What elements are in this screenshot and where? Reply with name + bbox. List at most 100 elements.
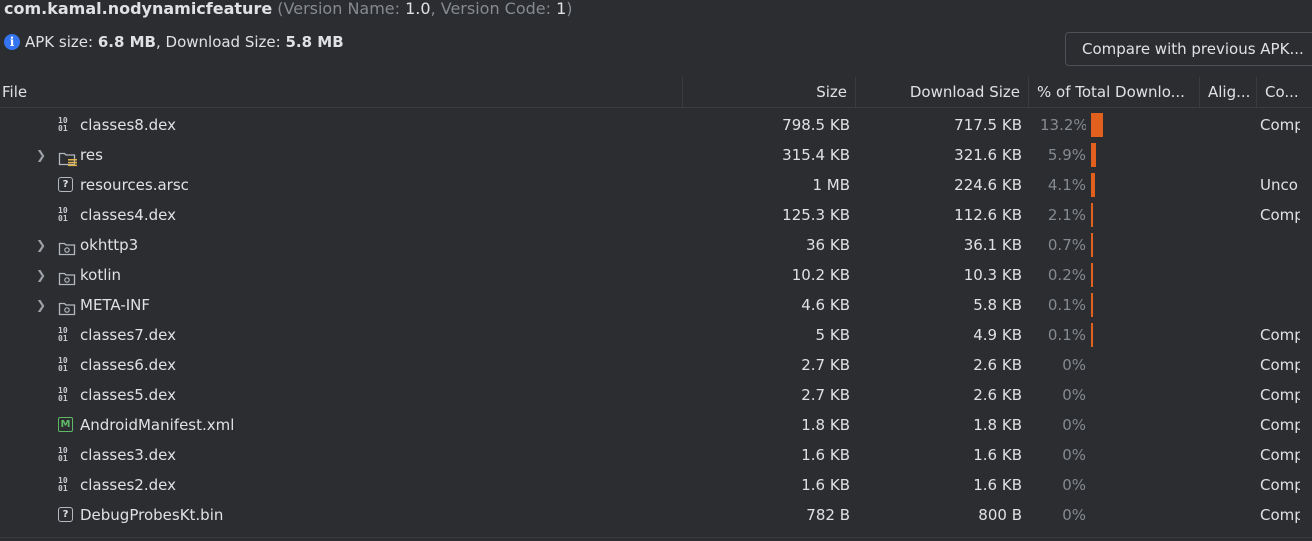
table-row[interactable]: ❯ res 315.4 KB 321.6 KB 5.9% bbox=[0, 140, 1312, 170]
file-size: 4.6 KB bbox=[801, 296, 850, 314]
expand-chevron-icon[interactable]: ❯ bbox=[35, 290, 47, 320]
percent-bar bbox=[1091, 263, 1093, 287]
file-name: okhttp3 bbox=[80, 236, 139, 254]
apk-size-value: 6.8 MB bbox=[97, 33, 156, 51]
table-row[interactable]: ? resources.arsc 1 MB 224.6 KB 4.1% Unco bbox=[0, 170, 1312, 200]
compression-status: Comp bbox=[1260, 116, 1300, 134]
table-row[interactable]: 10 01 classes5.dex 2.7 KB 2.6 KB 0% Comp bbox=[0, 380, 1312, 410]
compression-status: Comp bbox=[1260, 356, 1300, 374]
compression-status: Comp bbox=[1260, 446, 1300, 464]
percent-of-total: 0% bbox=[1062, 386, 1086, 404]
file-name: classes8.dex bbox=[80, 116, 176, 134]
percent-of-total: 2.1% bbox=[1047, 206, 1086, 224]
package-folder-icon bbox=[58, 237, 76, 256]
percent-of-total: 0% bbox=[1062, 356, 1086, 374]
file-name: classes4.dex bbox=[80, 206, 176, 224]
size-summary: i APK size: 6.8 MB, Download Size: 5.8 M… bbox=[4, 30, 344, 54]
file-size: 1.8 KB bbox=[801, 416, 850, 434]
percent-of-total: 0% bbox=[1062, 506, 1086, 524]
download-size: 112.6 KB bbox=[954, 206, 1022, 224]
file-name: kotlin bbox=[80, 266, 122, 284]
dex-file-icon: 10 01 bbox=[58, 386, 68, 403]
download-size: 1.6 KB bbox=[973, 446, 1022, 464]
download-size: 717.5 KB bbox=[954, 116, 1022, 134]
download-size: 2.6 KB bbox=[973, 356, 1022, 374]
dex-file-icon: 10 01 bbox=[58, 326, 68, 343]
file-size: 2.7 KB bbox=[801, 356, 850, 374]
file-size: 5 KB bbox=[815, 326, 850, 344]
download-size: 10.3 KB bbox=[963, 266, 1022, 284]
expand-chevron-icon[interactable]: ❯ bbox=[35, 140, 47, 170]
file-size: 36 KB bbox=[806, 236, 850, 254]
table-row[interactable]: 10 01 classes6.dex 2.7 KB 2.6 KB 0% Comp bbox=[0, 350, 1312, 380]
file-size: 1 MB bbox=[812, 176, 850, 194]
column-header-alignment[interactable]: Alig... bbox=[1200, 77, 1257, 107]
download-size: 5.8 KB bbox=[973, 296, 1022, 314]
expand-chevron-icon[interactable]: ❯ bbox=[35, 230, 47, 260]
column-header-download-size[interactable]: Download Size bbox=[856, 77, 1029, 107]
column-header-file[interactable]: File bbox=[0, 77, 683, 107]
dex-file-icon: 10 01 bbox=[58, 206, 68, 223]
file-name: classes7.dex bbox=[80, 326, 176, 344]
file-size: 10.2 KB bbox=[791, 266, 850, 284]
compression-status bbox=[1260, 230, 1300, 260]
percent-of-total: 0% bbox=[1062, 416, 1086, 434]
download-size: 1.6 KB bbox=[973, 476, 1022, 494]
table-row[interactable]: ❯ META-INF 4.6 KB 5.8 KB 0.1% bbox=[0, 290, 1312, 320]
file-size: 315.4 KB bbox=[782, 146, 850, 164]
file-size: 782 B bbox=[806, 506, 850, 524]
size-summary-text: APK size: 6.8 MB, Download Size: 5.8 MB bbox=[25, 33, 344, 51]
download-size: 1.8 KB bbox=[973, 416, 1022, 434]
table-row[interactable]: 10 01 classes2.dex 1.6 KB 1.6 KB 0% Comp bbox=[0, 470, 1312, 500]
compression-status: Comp bbox=[1260, 326, 1300, 344]
percent-of-total: 13.2% bbox=[1040, 116, 1086, 134]
unknown-file-icon: ? bbox=[58, 177, 74, 193]
percent-bar bbox=[1091, 143, 1097, 167]
compression-status: Comp bbox=[1260, 206, 1300, 224]
column-header-compression[interactable]: Co... bbox=[1257, 77, 1312, 107]
dex-file-icon: 10 01 bbox=[58, 116, 68, 133]
percent-bar bbox=[1091, 323, 1093, 347]
percent-bar bbox=[1091, 203, 1093, 227]
table-row[interactable]: ? DebugProbesKt.bin 782 B 800 B 0% Comp bbox=[0, 500, 1312, 530]
package-folder-icon bbox=[58, 297, 76, 316]
table-row[interactable]: 10 01 classes4.dex 125.3 KB 112.6 KB 2.1% Comp bbox=[0, 200, 1312, 230]
download-size: 800 B bbox=[978, 506, 1022, 524]
compression-status: Unco bbox=[1260, 176, 1298, 194]
expand-chevron-icon[interactable]: ❯ bbox=[35, 260, 47, 290]
dex-file-icon: 10 01 bbox=[58, 446, 68, 463]
table-row[interactable]: ❯ okhttp3 36 KB 36.1 KB 0.7% bbox=[0, 230, 1312, 260]
table-row[interactable]: 10 01 classes3.dex 1.6 KB 1.6 KB 0% Comp bbox=[0, 440, 1312, 470]
download-size: 2.6 KB bbox=[973, 386, 1022, 404]
dex-file-icon: 10 01 bbox=[58, 356, 68, 373]
file-name: res bbox=[80, 146, 103, 164]
file-name: META-INF bbox=[80, 296, 151, 314]
file-name: resources.arsc bbox=[80, 176, 189, 194]
manifest-file-icon: M bbox=[58, 417, 74, 433]
table-row[interactable]: 10 01 classes8.dex 798.5 KB 717.5 KB 13.2% Com… bbox=[0, 110, 1312, 140]
unknown-file-icon: ? bbox=[58, 507, 74, 523]
download-size: 321.6 KB bbox=[954, 146, 1022, 164]
version-code: 1 bbox=[556, 0, 567, 18]
info-icon: i bbox=[4, 34, 20, 50]
percent-of-total: 5.9% bbox=[1047, 146, 1086, 164]
file-name: AndroidManifest.xml bbox=[80, 416, 235, 434]
percent-of-total: 0.7% bbox=[1047, 236, 1086, 254]
compression-status: Comp bbox=[1260, 476, 1300, 494]
compression-status bbox=[1260, 290, 1300, 320]
package-folder-icon bbox=[58, 267, 76, 286]
file-size: 2.7 KB bbox=[801, 386, 850, 404]
column-header-percent-of-total-download[interactable]: % of Total Downlo... bbox=[1029, 77, 1200, 107]
table-row[interactable]: 10 01 classes7.dex 5 KB 4.9 KB 0.1% Comp bbox=[0, 320, 1312, 350]
percent-bar bbox=[1091, 173, 1095, 197]
file-name: DebugProbesKt.bin bbox=[80, 506, 224, 524]
column-header-size[interactable]: Size bbox=[683, 77, 856, 107]
package-name: com.kamal.nodynamicfeature bbox=[4, 0, 273, 18]
table-row[interactable]: ❯ kotlin 10.2 KB 10.3 KB 0.2% bbox=[0, 260, 1312, 290]
file-name: classes2.dex bbox=[80, 476, 176, 494]
file-size: 1.6 KB bbox=[801, 446, 850, 464]
compare-with-previous-apk-button[interactable]: Compare with previous APK... bbox=[1065, 32, 1312, 66]
percent-of-total: 0.2% bbox=[1047, 266, 1086, 284]
table-row[interactable]: M AndroidManifest.xml 1.8 KB 1.8 KB 0% Comp bbox=[0, 410, 1312, 440]
download-size-value: 5.8 MB bbox=[285, 33, 344, 51]
